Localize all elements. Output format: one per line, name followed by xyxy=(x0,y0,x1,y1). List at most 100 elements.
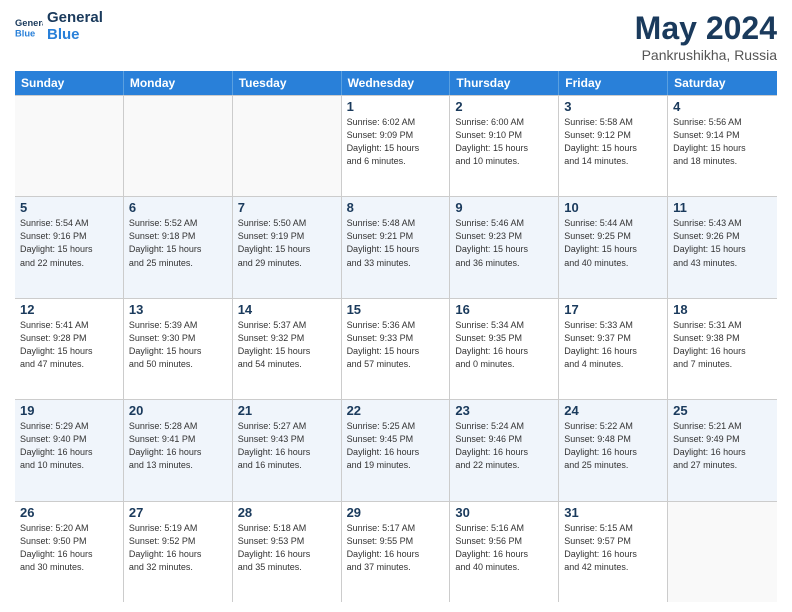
day-cell-11: 11 Sunrise: 5:43 AM Sunset: 9:26 PM Dayli… xyxy=(668,197,777,297)
day-cell-14: 14 Sunrise: 5:37 AM Sunset: 9:32 PM Dayli… xyxy=(233,299,342,399)
day-info-4: Sunrise: 5:56 AM Sunset: 9:14 PM Dayligh… xyxy=(673,116,772,168)
logo-icon: General Blue xyxy=(15,13,43,41)
day-cell-31: 31Sunrise: 5:15 AM Sunset: 9:57 PM Dayli… xyxy=(559,502,668,602)
day-number-12: 12 xyxy=(20,302,118,317)
header: General Blue General Blue May 2024 Pankr… xyxy=(15,10,777,63)
day-info-17: Sunrise: 5:33 AM Sunset: 9:37 PM Dayligh… xyxy=(564,319,662,371)
empty-cell-0-2 xyxy=(233,96,342,196)
day-cell-12: 12 Sunrise: 5:41 AM Sunset: 9:28 PM Dayli… xyxy=(15,299,124,399)
day-number-8: 8 xyxy=(347,200,445,215)
day-number-15: 15 xyxy=(347,302,445,317)
day-info-5: Sunrise: 5:54 AM Sunset: 9:16 PM Dayligh… xyxy=(20,217,118,269)
day-info-15: Sunrise: 5:36 AM Sunset: 9:33 PM Dayligh… xyxy=(347,319,445,371)
day-info-3: Sunrise: 5:58 AM Sunset: 9:12 PM Dayligh… xyxy=(564,116,662,168)
day-cell-24: 24 Sunrise: 5:22 AM Sunset: 9:48 PM Dayli… xyxy=(559,400,668,500)
day-info-24: Sunrise: 5:22 AM Sunset: 9:48 PM Dayligh… xyxy=(564,420,662,472)
day-cell-18: 18 Sunrise: 5:31 AM Sunset: 9:38 PM Dayli… xyxy=(668,299,777,399)
location: Pankrushikha, Russia xyxy=(635,47,777,63)
empty-cell-0-1 xyxy=(124,96,233,196)
logo-line2: Blue xyxy=(47,27,103,44)
day-cell-10: 10 Sunrise: 5:44 AM Sunset: 9:25 PM Dayli… xyxy=(559,197,668,297)
header-day-sunday: Sunday xyxy=(15,71,124,95)
day-cell-25: 25 Sunrise: 5:21 AM Sunset: 9:49 PM Dayli… xyxy=(668,400,777,500)
day-number-6: 6 xyxy=(129,200,227,215)
day-number-11: 11 xyxy=(673,200,772,215)
day-info-7: Sunrise: 5:50 AM Sunset: 9:19 PM Dayligh… xyxy=(238,217,336,269)
day-number-30: 30 xyxy=(455,505,553,520)
day-info-29: Sunrise: 5:17 AM Sunset: 9:55 PM Dayligh… xyxy=(347,522,445,574)
day-info-30: Sunrise: 5:16 AM Sunset: 9:56 PM Dayligh… xyxy=(455,522,553,574)
day-cell-1: 1 Sunrise: 6:02 AM Sunset: 9:09 PM Daylig… xyxy=(342,96,451,196)
day-number-18: 18 xyxy=(673,302,772,317)
day-cell-19: 19Sunrise: 5:29 AM Sunset: 9:40 PM Dayli… xyxy=(15,400,124,500)
day-cell-8: 8Sunrise: 5:48 AM Sunset: 9:21 PM Daylig… xyxy=(342,197,451,297)
day-cell-15: 15 Sunrise: 5:36 AM Sunset: 9:33 PM Dayli… xyxy=(342,299,451,399)
day-number-7: 7 xyxy=(238,200,336,215)
day-cell-16: 16 Sunrise: 5:34 AM Sunset: 9:35 PM Dayli… xyxy=(450,299,559,399)
day-info-1: Sunrise: 6:02 AM Sunset: 9:09 PM Dayligh… xyxy=(347,116,445,168)
empty-cell-0-0 xyxy=(15,96,124,196)
day-info-25: Sunrise: 5:21 AM Sunset: 9:49 PM Dayligh… xyxy=(673,420,772,472)
day-cell-21: 21Sunrise: 5:27 AM Sunset: 9:43 PM Dayli… xyxy=(233,400,342,500)
day-info-23: Sunrise: 5:24 AM Sunset: 9:46 PM Dayligh… xyxy=(455,420,553,472)
day-number-26: 26 xyxy=(20,505,118,520)
day-cell-3: 3 Sunrise: 5:58 AM Sunset: 9:12 PM Daylig… xyxy=(559,96,668,196)
day-number-31: 31 xyxy=(564,505,662,520)
day-cell-5: 5 Sunrise: 5:54 AM Sunset: 9:16 PM Daylig… xyxy=(15,197,124,297)
day-number-14: 14 xyxy=(238,302,336,317)
day-number-4: 4 xyxy=(673,99,772,114)
day-cell-28: 28Sunrise: 5:18 AM Sunset: 9:53 PM Dayli… xyxy=(233,502,342,602)
day-info-11: Sunrise: 5:43 AM Sunset: 9:26 PM Dayligh… xyxy=(673,217,772,269)
day-info-26: Sunrise: 5:20 AM Sunset: 9:50 PM Dayligh… xyxy=(20,522,118,574)
day-number-16: 16 xyxy=(455,302,553,317)
calendar-header: SundayMondayTuesdayWednesdayThursdayFrid… xyxy=(15,71,777,95)
day-number-3: 3 xyxy=(564,99,662,114)
day-number-20: 20 xyxy=(129,403,227,418)
week-1: 1 Sunrise: 6:02 AM Sunset: 9:09 PM Daylig… xyxy=(15,95,777,196)
day-number-23: 23 xyxy=(455,403,553,418)
day-info-22: Sunrise: 5:25 AM Sunset: 9:45 PM Dayligh… xyxy=(347,420,445,472)
day-number-10: 10 xyxy=(564,200,662,215)
day-number-27: 27 xyxy=(129,505,227,520)
day-number-1: 1 xyxy=(347,99,445,114)
day-number-17: 17 xyxy=(564,302,662,317)
day-cell-29: 29Sunrise: 5:17 AM Sunset: 9:55 PM Dayli… xyxy=(342,502,451,602)
day-cell-30: 30 Sunrise: 5:16 AM Sunset: 9:56 PM Dayli… xyxy=(450,502,559,602)
day-number-22: 22 xyxy=(347,403,445,418)
header-day-thursday: Thursday xyxy=(450,71,559,95)
calendar: SundayMondayTuesdayWednesdayThursdayFrid… xyxy=(15,71,777,602)
day-cell-17: 17 Sunrise: 5:33 AM Sunset: 9:37 PM Dayli… xyxy=(559,299,668,399)
month-year: May 2024 xyxy=(635,10,777,47)
svg-text:Blue: Blue xyxy=(15,28,35,38)
day-cell-6: 6 Sunrise: 5:52 AM Sunset: 9:18 PM Daylig… xyxy=(124,197,233,297)
day-info-10: Sunrise: 5:44 AM Sunset: 9:25 PM Dayligh… xyxy=(564,217,662,269)
week-3: 12 Sunrise: 5:41 AM Sunset: 9:28 PM Dayli… xyxy=(15,298,777,399)
day-number-21: 21 xyxy=(238,403,336,418)
day-info-12: Sunrise: 5:41 AM Sunset: 9:28 PM Dayligh… xyxy=(20,319,118,371)
day-info-18: Sunrise: 5:31 AM Sunset: 9:38 PM Dayligh… xyxy=(673,319,772,371)
day-number-5: 5 xyxy=(20,200,118,215)
week-4: 19Sunrise: 5:29 AM Sunset: 9:40 PM Dayli… xyxy=(15,399,777,500)
day-info-16: Sunrise: 5:34 AM Sunset: 9:35 PM Dayligh… xyxy=(455,319,553,371)
day-cell-22: 22 Sunrise: 5:25 AM Sunset: 9:45 PM Dayli… xyxy=(342,400,451,500)
week-5: 26 Sunrise: 5:20 AM Sunset: 9:50 PM Dayli… xyxy=(15,501,777,602)
day-info-27: Sunrise: 5:19 AM Sunset: 9:52 PM Dayligh… xyxy=(129,522,227,574)
header-day-friday: Friday xyxy=(559,71,668,95)
day-number-25: 25 xyxy=(673,403,772,418)
day-info-6: Sunrise: 5:52 AM Sunset: 9:18 PM Dayligh… xyxy=(129,217,227,269)
page: General Blue General Blue May 2024 Pankr… xyxy=(0,0,792,612)
day-number-24: 24 xyxy=(564,403,662,418)
day-cell-23: 23 Sunrise: 5:24 AM Sunset: 9:46 PM Dayli… xyxy=(450,400,559,500)
empty-cell-4-6 xyxy=(668,502,777,602)
logo-line1: General xyxy=(47,10,103,27)
day-info-28: Sunrise: 5:18 AM Sunset: 9:53 PM Dayligh… xyxy=(238,522,336,574)
svg-text:General: General xyxy=(15,17,43,27)
calendar-body: 1 Sunrise: 6:02 AM Sunset: 9:09 PM Daylig… xyxy=(15,95,777,602)
day-cell-27: 27 Sunrise: 5:19 AM Sunset: 9:52 PM Dayli… xyxy=(124,502,233,602)
day-info-14: Sunrise: 5:37 AM Sunset: 9:32 PM Dayligh… xyxy=(238,319,336,371)
header-day-wednesday: Wednesday xyxy=(342,71,451,95)
day-cell-9: 9Sunrise: 5:46 AM Sunset: 9:23 PM Daylig… xyxy=(450,197,559,297)
header-day-tuesday: Tuesday xyxy=(233,71,342,95)
day-number-2: 2 xyxy=(455,99,553,114)
day-info-19: Sunrise: 5:29 AM Sunset: 9:40 PM Dayligh… xyxy=(20,420,118,472)
